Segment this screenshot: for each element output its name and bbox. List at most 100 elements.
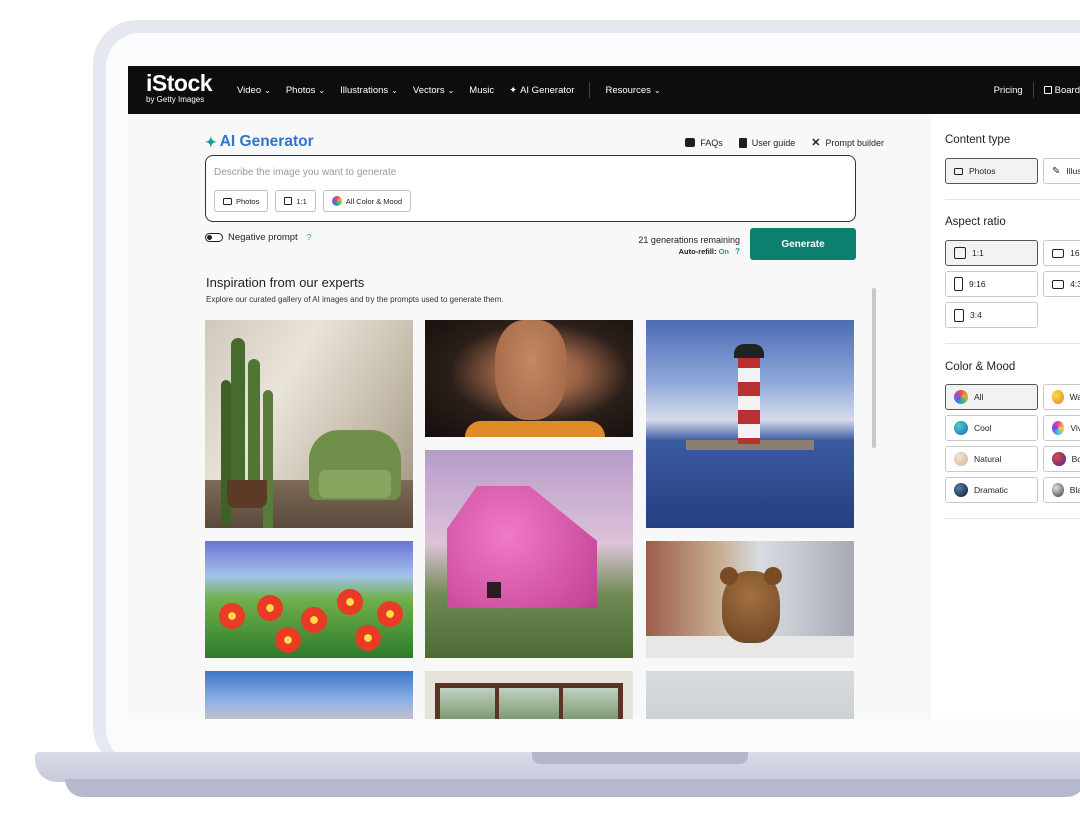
nav-photos[interactable]: Photos ⌄: [286, 85, 325, 96]
nav-board[interactable]: Board: [1043, 84, 1080, 96]
tools-icon: ✕: [811, 137, 821, 149]
board-icon: [1043, 85, 1052, 94]
mood-natural-label: Natural: [974, 454, 1002, 464]
nav-pricing[interactable]: Pricing: [994, 85, 1023, 96]
nav-illustrations[interactable]: Illustrations ⌄: [340, 85, 398, 96]
gallery-image-portrait[interactable]: [425, 320, 633, 437]
gallery-image-cat[interactable]: [646, 671, 854, 719]
chevron-down-icon: ⌄: [264, 85, 271, 95]
gallery-image-lighthouse[interactable]: [646, 320, 854, 528]
gallery-scrollbar[interactable]: [872, 288, 876, 448]
image-detail: [495, 320, 567, 420]
chevron-down-icon: ⌄: [447, 85, 455, 95]
nav-links: Video ⌄ Photos ⌄ Illustrations ⌄ Vectors ⌄ M…: [237, 66, 661, 114]
laptop-base-bottom: [65, 779, 1080, 797]
nav-resources[interactable]: Resources ⌄: [605, 85, 660, 96]
image-detail: [257, 595, 283, 621]
image-detail: [764, 567, 782, 585]
landscape-icon: [1052, 279, 1065, 289]
istock-logo[interactable]: iStock by Getty Images: [146, 72, 213, 104]
aspect-1-1[interactable]: 1:1: [945, 240, 1038, 266]
sparkle-icon: ✦: [509, 84, 518, 96]
gallery-image-flowers[interactable]: [205, 541, 413, 658]
auto-refill-value[interactable]: On: [719, 247, 729, 256]
divider: [945, 518, 1080, 519]
square-icon: [954, 247, 966, 259]
color-swatch-icon: [954, 483, 968, 497]
mood-vivid-label: Viv: [1070, 423, 1080, 433]
nav-video[interactable]: Video ⌄: [237, 85, 271, 96]
mood-all-label: All: [974, 392, 984, 402]
content-type-illustrations[interactable]: ✎ Illus: [1043, 158, 1080, 184]
mood-warm[interactable]: Wa: [1043, 384, 1080, 410]
help-links: FAQs User guide ✕ Prompt builder: [685, 136, 884, 149]
faqs-link[interactable]: FAQs: [685, 136, 723, 149]
mood-vivid[interactable]: Viv: [1043, 415, 1080, 441]
aspect-ratio-chip[interactable]: 1:1: [275, 190, 316, 212]
aspect-16-9[interactable]: 16:: [1043, 240, 1080, 266]
color-mood-heading: Color & Mood: [945, 361, 1016, 373]
laptop-notch: [532, 752, 748, 764]
document-icon: [738, 137, 747, 148]
mood-bold-label: Bo: [1071, 454, 1080, 464]
image-detail: [275, 627, 301, 653]
inspiration-subtitle: Explore our curated gallery of AI images…: [206, 295, 504, 304]
mood-cool[interactable]: Cool: [945, 415, 1038, 441]
prompt-input[interactable]: [214, 164, 834, 180]
aspect-3-4[interactable]: 3:4: [945, 302, 1038, 328]
help-icon[interactable]: ?: [307, 233, 311, 242]
user-guide-link[interactable]: User guide: [738, 136, 795, 149]
prompt-builder-label: Prompt builder: [825, 137, 884, 148]
content-type-photos[interactable]: Photos: [945, 158, 1038, 184]
image-detail: [738, 354, 760, 444]
portrait-icon: [954, 277, 963, 291]
nav-music[interactable]: Music: [469, 85, 494, 96]
mood-dramatic[interactable]: Dramatic: [945, 477, 1038, 503]
gallery-image-sky[interactable]: [205, 671, 413, 719]
faqs-label: FAQs: [700, 137, 723, 148]
prompt-builder-link[interactable]: ✕ Prompt builder: [811, 136, 884, 149]
nav-illustrations-label: Illustrations: [340, 84, 389, 96]
image-detail: [734, 344, 764, 358]
image-detail: [435, 683, 623, 719]
image-detail: [487, 582, 501, 598]
generate-button[interactable]: Generate: [750, 228, 856, 260]
gallery-image-cactus-chair[interactable]: [205, 320, 413, 528]
nav-board-label: Board: [1054, 84, 1080, 96]
mood-all[interactable]: All: [945, 384, 1038, 410]
image-detail: [559, 683, 563, 719]
sparkle-icon: ✦: [205, 133, 217, 150]
mood-dramatic-label: Dramatic: [974, 485, 1009, 495]
content-type-heading: Content type: [945, 134, 1011, 146]
aspect-9-16[interactable]: 9:16: [945, 271, 1038, 297]
chat-icon: [685, 138, 696, 147]
nav-divider: [589, 82, 591, 98]
gallery-image-pink-house[interactable]: [425, 450, 633, 658]
mood-natural[interactable]: Natural: [945, 446, 1038, 472]
divider: [945, 343, 1080, 344]
content-type-chip[interactable]: Photos: [214, 190, 269, 212]
image-detail: [227, 480, 267, 508]
image-detail: [301, 607, 327, 633]
square-icon: [284, 197, 293, 205]
mood-bold[interactable]: Bo: [1043, 446, 1080, 472]
image-detail: [337, 589, 363, 615]
aspect-4-3[interactable]: 4:3: [1043, 271, 1080, 297]
negative-prompt-toggle[interactable]: [205, 233, 223, 242]
prompt-box: Photos 1:1 All Color & Mood: [205, 155, 856, 222]
gallery-image-teddy-bear[interactable]: [646, 541, 854, 658]
color-mood-chip[interactable]: All Color & Mood: [322, 190, 412, 212]
gallery-image-window[interactable]: [425, 671, 633, 719]
camera-icon: [954, 167, 963, 175]
logo-subtext: by Getty Images: [146, 95, 205, 104]
nav-ai-generator[interactable]: ✦ AI Generator: [509, 85, 574, 96]
aspect-9-16-label: 9:16: [969, 279, 986, 289]
color-swatch-icon: [1052, 390, 1064, 404]
image-detail: [319, 470, 391, 498]
mood-black-white[interactable]: Bla: [1043, 477, 1080, 503]
nav-vectors[interactable]: Vectors ⌄: [413, 85, 454, 96]
chevron-down-icon: ⌄: [318, 85, 326, 95]
help-icon[interactable]: ?: [735, 247, 740, 256]
color-swatch-icon: [954, 421, 968, 435]
nav-video-label: Video: [237, 84, 262, 96]
